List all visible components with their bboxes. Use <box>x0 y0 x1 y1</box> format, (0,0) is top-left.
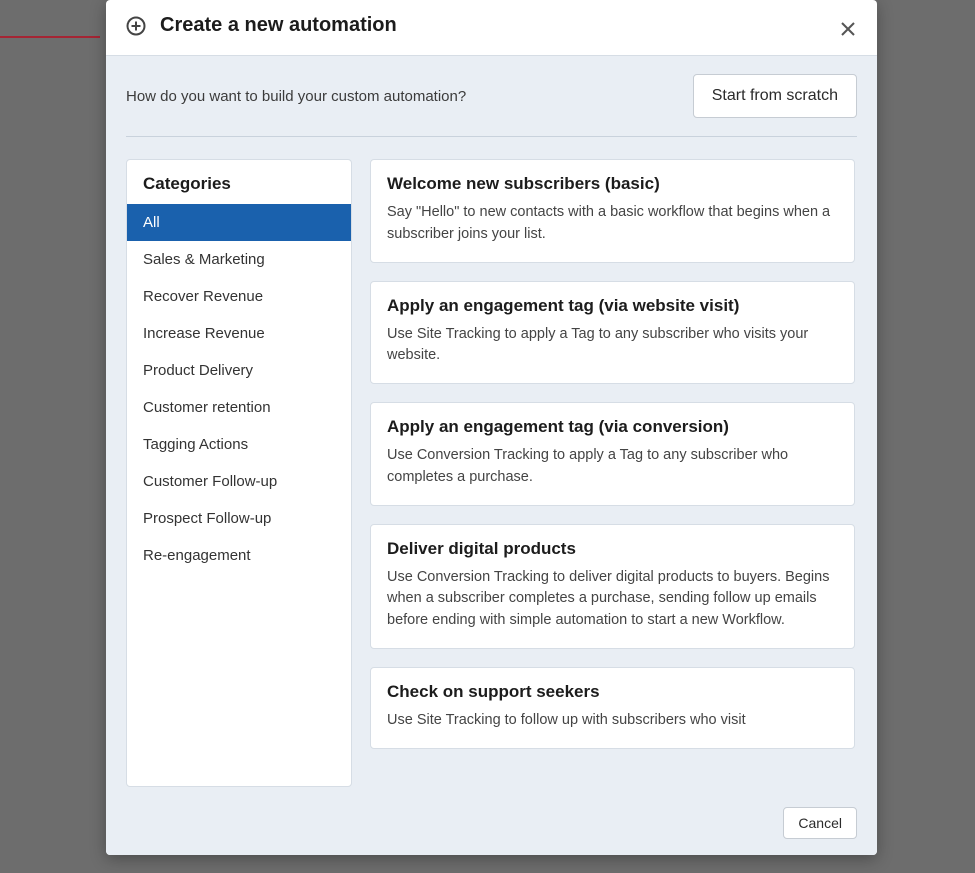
template-title: Apply an engagement tag (via website vis… <box>387 296 838 316</box>
modal-title: Create a new automation <box>160 14 397 37</box>
background-accent-line <box>0 36 100 38</box>
template-description: Use Site Tracking to follow up with subs… <box>387 710 838 732</box>
cancel-button[interactable]: Cancel <box>783 807 857 839</box>
template-description: Say "Hello" to new contacts with a basic… <box>387 202 838 246</box>
modal-prompt-row: How do you want to build your custom aut… <box>106 55 877 136</box>
category-item[interactable]: Increase Revenue <box>127 315 351 352</box>
template-description: Use Conversion Tracking to apply a Tag t… <box>387 445 838 489</box>
template-title: Check on support seekers <box>387 682 838 702</box>
template-description: Use Conversion Tracking to deliver digit… <box>387 567 838 632</box>
category-item[interactable]: Customer retention <box>127 389 351 426</box>
template-card[interactable]: Welcome new subscribers (basic) Say "Hell… <box>370 159 855 263</box>
template-title: Deliver digital products <box>387 539 838 559</box>
template-description: Use Site Tracking to apply a Tag to any … <box>387 324 838 368</box>
category-item[interactable]: Product Delivery <box>127 352 351 389</box>
plus-circle-icon <box>126 16 146 36</box>
template-card[interactable]: Deliver digital products Use Conversion T… <box>370 524 855 649</box>
template-title: Welcome new subscribers (basic) <box>387 174 838 194</box>
close-button[interactable] <box>837 18 859 40</box>
template-card[interactable]: Apply an engagement tag (via website vis… <box>370 281 855 385</box>
start-from-scratch-button[interactable]: Start from scratch <box>693 74 857 118</box>
category-item[interactable]: All <box>127 204 351 241</box>
category-item[interactable]: Recover Revenue <box>127 278 351 315</box>
content-row: Categories AllSales & MarketingRecover R… <box>126 159 857 793</box>
template-card[interactable]: Check on support seekers Use Site Trackin… <box>370 667 855 749</box>
category-item[interactable]: Sales & Marketing <box>127 241 351 278</box>
modal-header: Create a new automation <box>106 0 877 55</box>
modal-footer: Cancel <box>106 793 877 855</box>
create-automation-modal: Create a new automation How do you want … <box>106 0 877 855</box>
templates-scroll-area[interactable]: Welcome new subscribers (basic) Say "Hell… <box>370 159 857 787</box>
template-card[interactable]: Apply an engagement tag (via conversion)… <box>370 402 855 506</box>
category-item[interactable]: Customer Follow-up <box>127 463 351 500</box>
category-item[interactable]: Prospect Follow-up <box>127 500 351 537</box>
prompt-text: How do you want to build your custom aut… <box>126 88 466 105</box>
category-item[interactable]: Re-engagement <box>127 537 351 574</box>
modal-body: Categories AllSales & MarketingRecover R… <box>106 136 877 793</box>
divider <box>126 136 857 137</box>
categories-title: Categories <box>127 174 351 204</box>
categories-panel: Categories AllSales & MarketingRecover R… <box>126 159 352 787</box>
category-item[interactable]: Tagging Actions <box>127 426 351 463</box>
template-title: Apply an engagement tag (via conversion) <box>387 417 838 437</box>
